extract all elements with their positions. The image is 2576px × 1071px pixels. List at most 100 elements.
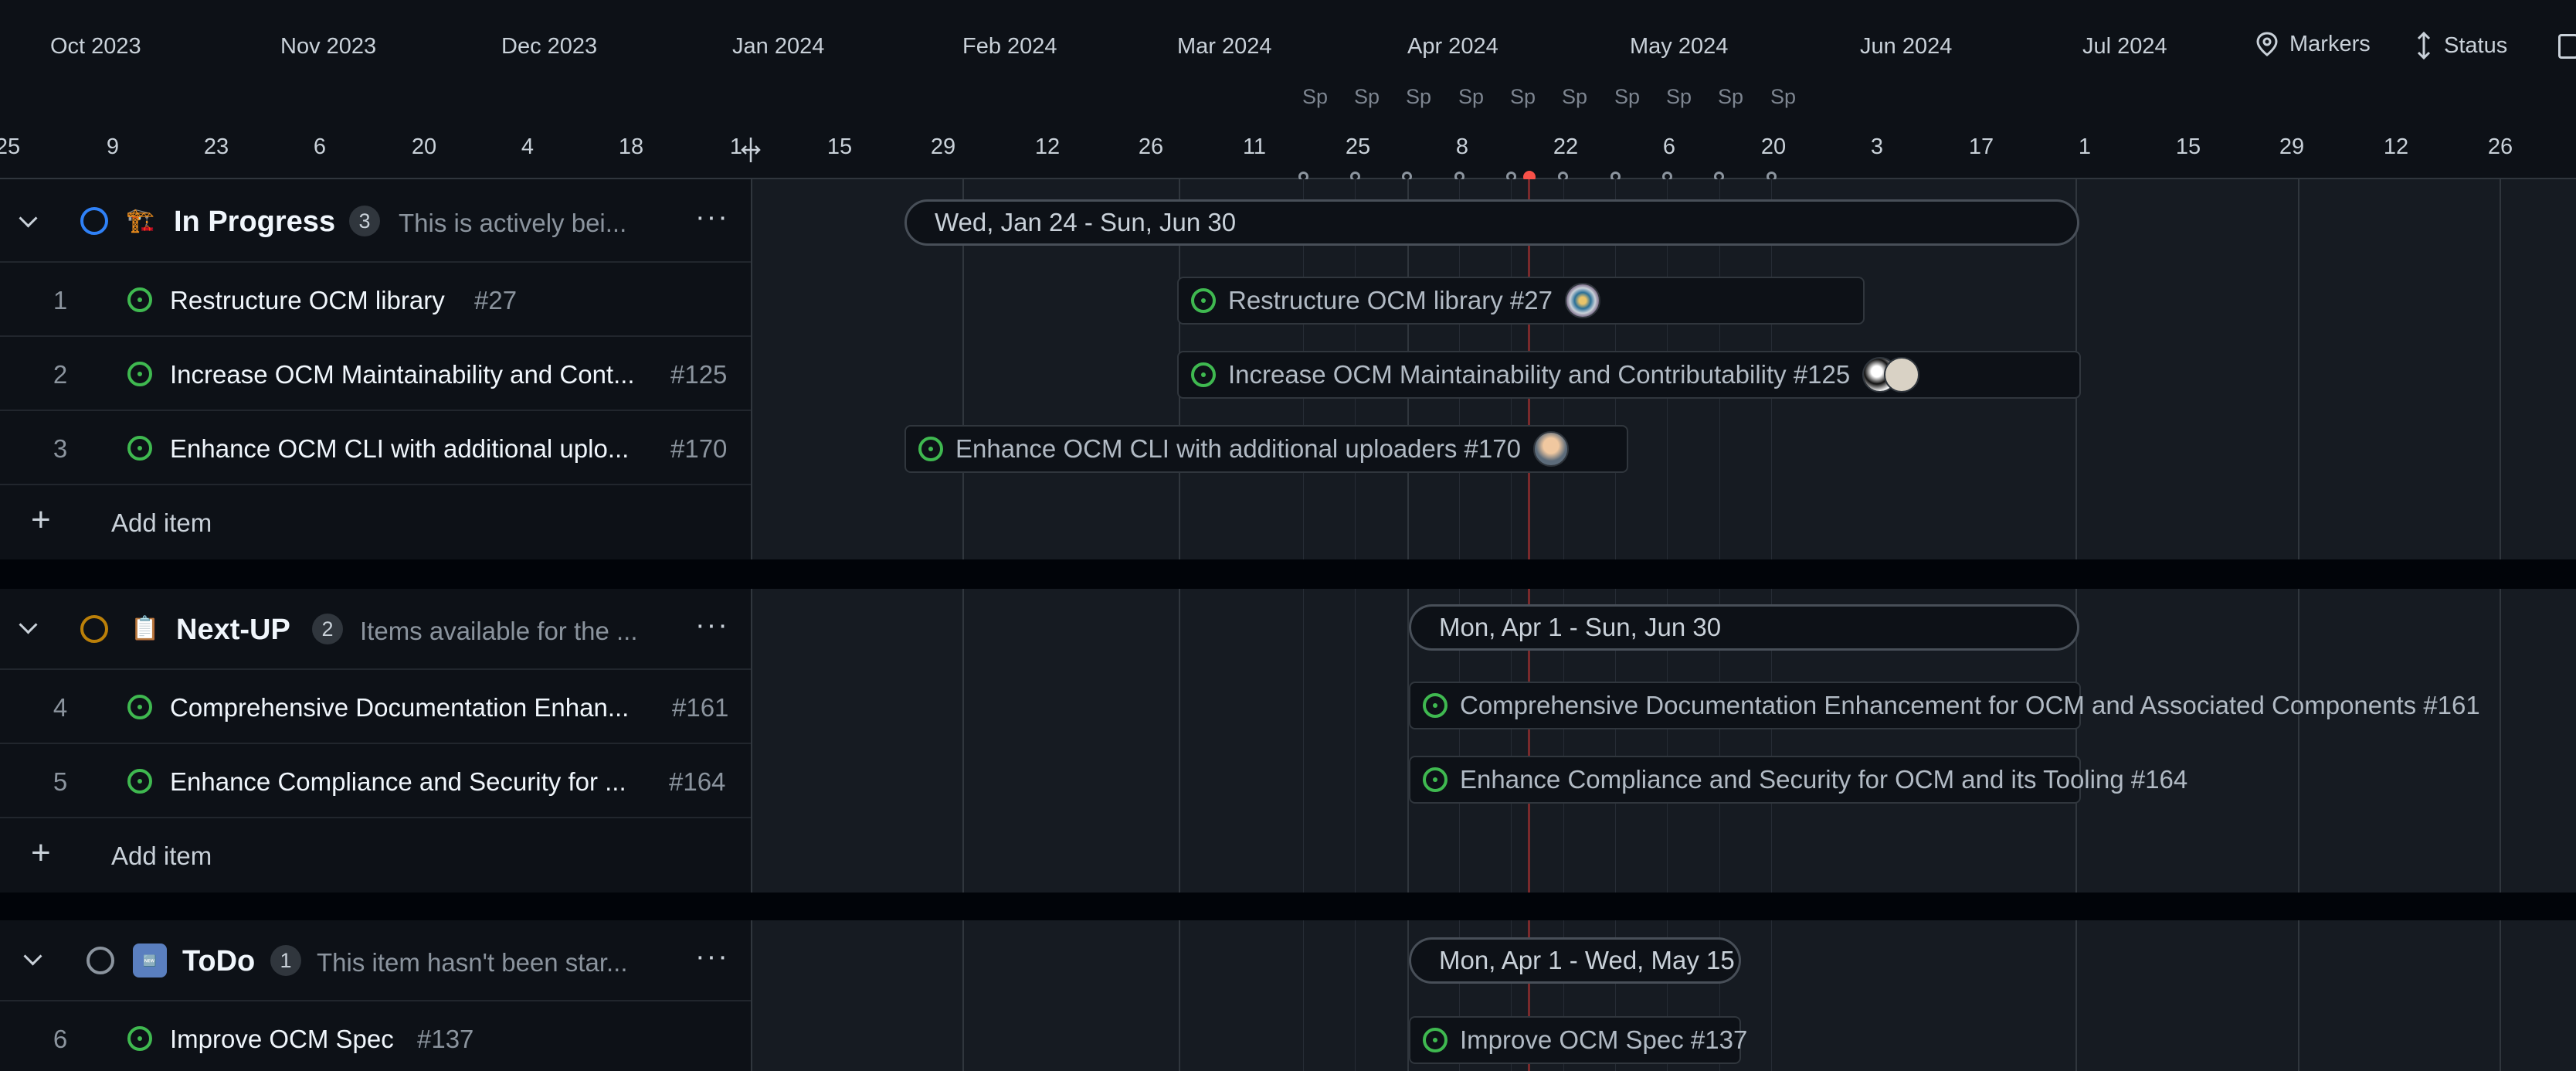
group-separator xyxy=(0,559,2576,589)
group-description: Items available for the ... xyxy=(360,617,638,645)
day-label: 26 xyxy=(1138,134,1164,159)
sprint-label: Sp xyxy=(1614,85,1641,108)
item-title[interactable]: Enhance OCM CLI with additional uplo... xyxy=(170,434,664,464)
plus-icon[interactable]: + xyxy=(31,834,51,872)
timeline-bar[interactable]: Enhance OCM CLI with additional uploader… xyxy=(904,425,1628,473)
group-date-range[interactable]: Wed, Jan 24 - Sun, Jun 30 xyxy=(904,199,2079,246)
issue-number[interactable]: #164 xyxy=(669,767,725,797)
item-title[interactable]: Comprehensive Documentation Enhan... xyxy=(170,693,664,722)
day-label: 22 xyxy=(1553,134,1579,159)
item-count-badge: 3 xyxy=(349,206,380,236)
status-circle-icon xyxy=(80,615,108,643)
month-label: Dec 2023 xyxy=(501,34,598,59)
table-row[interactable]: 3 Enhance OCM CLI with additional uplo..… xyxy=(0,411,751,485)
group-name: ToDo xyxy=(182,945,256,978)
status-button[interactable]: Status xyxy=(2415,31,2507,60)
timeline-bar[interactable]: Increase OCM Maintainability and Contrib… xyxy=(1177,351,2081,399)
open-issue-icon xyxy=(127,436,152,461)
open-issue-icon xyxy=(918,437,943,461)
timeline-bar[interactable]: Improve OCM Spec #137 xyxy=(1409,1016,1747,1064)
table-row[interactable]: 1 Restructure OCM library #27 xyxy=(0,263,751,337)
open-issue-icon xyxy=(127,769,152,794)
assignee-avatars xyxy=(1862,357,1920,393)
day-label: 11 xyxy=(1242,134,1267,159)
table-row[interactable]: 2 Increase OCM Maintainability and Cont.… xyxy=(0,337,751,411)
day-label: 25 xyxy=(1345,134,1371,159)
item-title[interactable]: Improve OCM Spec xyxy=(170,1025,394,1054)
day-label: 8 xyxy=(1455,134,1469,159)
open-issue-icon xyxy=(127,1026,152,1051)
day-label: 26 xyxy=(2487,134,2513,159)
table-row[interactable]: 4 Comprehensive Documentation Enhan... #… xyxy=(0,670,751,744)
day-label: 6 xyxy=(1662,134,1676,159)
issue-number[interactable]: #27 xyxy=(474,286,517,315)
day-label: 29 xyxy=(930,134,956,159)
chevron-down-icon[interactable] xyxy=(19,615,38,634)
open-issue-icon xyxy=(127,287,152,312)
day-label: 15 xyxy=(2175,134,2201,159)
month-label: May 2024 xyxy=(1630,34,1729,59)
more-options-icon[interactable]: ··· xyxy=(695,940,729,974)
group-next-up: 📋 Next-UP 2 Items available for the ... … xyxy=(0,589,752,892)
status-circle-icon xyxy=(87,947,114,974)
group-header[interactable]: 🆕 ToDo 1 This item hasn't been star... ·… xyxy=(0,920,751,1001)
group-emoji: 📋 xyxy=(131,616,160,641)
row-number: 1 xyxy=(53,286,68,314)
add-item-row[interactable]: + Add item xyxy=(0,818,751,892)
issue-number[interactable]: #137 xyxy=(417,1025,473,1054)
group-header[interactable]: 📋 Next-UP 2 Items available for the ... … xyxy=(0,589,751,670)
bar-label: Enhance OCM CLI with additional uploader… xyxy=(955,434,1521,463)
timeline-bar[interactable]: Enhance Compliance and Security for OCM … xyxy=(1409,756,2187,804)
table-row[interactable]: 6 Improve OCM Spec #137 xyxy=(0,1001,751,1071)
sprint-label: Sp xyxy=(1458,85,1485,108)
table-row[interactable]: 5 Enhance Compliance and Security for ..… xyxy=(0,744,751,818)
markers-button[interactable]: Markers xyxy=(2255,31,2371,57)
group-header[interactable]: 🏗️ In Progress 3 This is actively bei...… xyxy=(0,179,751,263)
group-date-range[interactable]: Mon, Apr 1 - Wed, May 15 xyxy=(1409,937,1741,984)
item-title[interactable]: Increase OCM Maintainability and Cont... xyxy=(170,360,664,389)
avatar[interactable] xyxy=(1884,357,1920,393)
month-label: Jan 2024 xyxy=(732,34,825,59)
day-label: 12 xyxy=(1034,134,1061,159)
timeline-area-todo: Mon, Apr 1 - Wed, May 15 Improve OCM Spe… xyxy=(752,920,2576,1071)
add-item-label[interactable]: Add item xyxy=(111,842,212,871)
issue-number[interactable]: #170 xyxy=(670,434,727,464)
plus-icon[interactable]: + xyxy=(31,501,51,539)
more-options-icon[interactable]: ··· xyxy=(695,609,729,642)
item-count-badge: 1 xyxy=(270,945,301,976)
more-options-icon[interactable]: ··· xyxy=(695,201,729,234)
add-item-label[interactable]: Add item xyxy=(111,508,212,538)
item-title[interactable]: Enhance Compliance and Security for ... xyxy=(170,767,664,797)
month-label: Jul 2024 xyxy=(2082,34,2167,59)
row-number: 2 xyxy=(53,360,68,389)
day-label: 18 xyxy=(618,134,644,159)
pane-resize-handle[interactable] xyxy=(740,136,762,164)
timeline-bar[interactable]: Comprehensive Documentation Enhancement … xyxy=(1409,682,2480,729)
timeline-bar[interactable]: Restructure OCM library #27 xyxy=(1177,277,1865,325)
day-label: 6 xyxy=(313,134,327,159)
avatar[interactable] xyxy=(1564,283,1600,318)
bar-label: Improve OCM Spec #137 xyxy=(1460,1025,1748,1054)
day-label: 29 xyxy=(2279,134,2305,159)
issue-number[interactable]: #125 xyxy=(670,360,727,389)
location-pin-icon xyxy=(2256,32,2278,56)
day-label: 15 xyxy=(826,134,853,159)
day-label: 1 xyxy=(2078,134,2092,159)
sprint-label: Sp xyxy=(1510,85,1536,108)
chevron-down-icon[interactable] xyxy=(19,209,38,228)
day-label: 12 xyxy=(2383,134,2409,159)
sprint-label: Sp xyxy=(1406,85,1432,108)
group-date-range[interactable]: Mon, Apr 1 - Sun, Jun 30 xyxy=(1409,604,2079,651)
month-label: Jun 2024 xyxy=(1860,34,1953,59)
sprint-label: Sp xyxy=(1354,85,1380,108)
calendar-icon[interactable] xyxy=(2558,34,2576,59)
issue-number[interactable]: #161 xyxy=(672,693,728,722)
timeline-area-next-up: Mon, Apr 1 - Sun, Jun 30 Comprehensive D… xyxy=(752,589,2576,892)
item-title[interactable]: Restructure OCM library xyxy=(170,286,445,315)
month-label: Nov 2023 xyxy=(280,34,377,59)
item-count-badge: 2 xyxy=(312,614,343,644)
chevron-down-icon[interactable] xyxy=(23,947,42,966)
add-item-row[interactable]: + Add item xyxy=(0,485,751,559)
month-label: Mar 2024 xyxy=(1177,34,1272,59)
avatar[interactable] xyxy=(1532,431,1569,467)
